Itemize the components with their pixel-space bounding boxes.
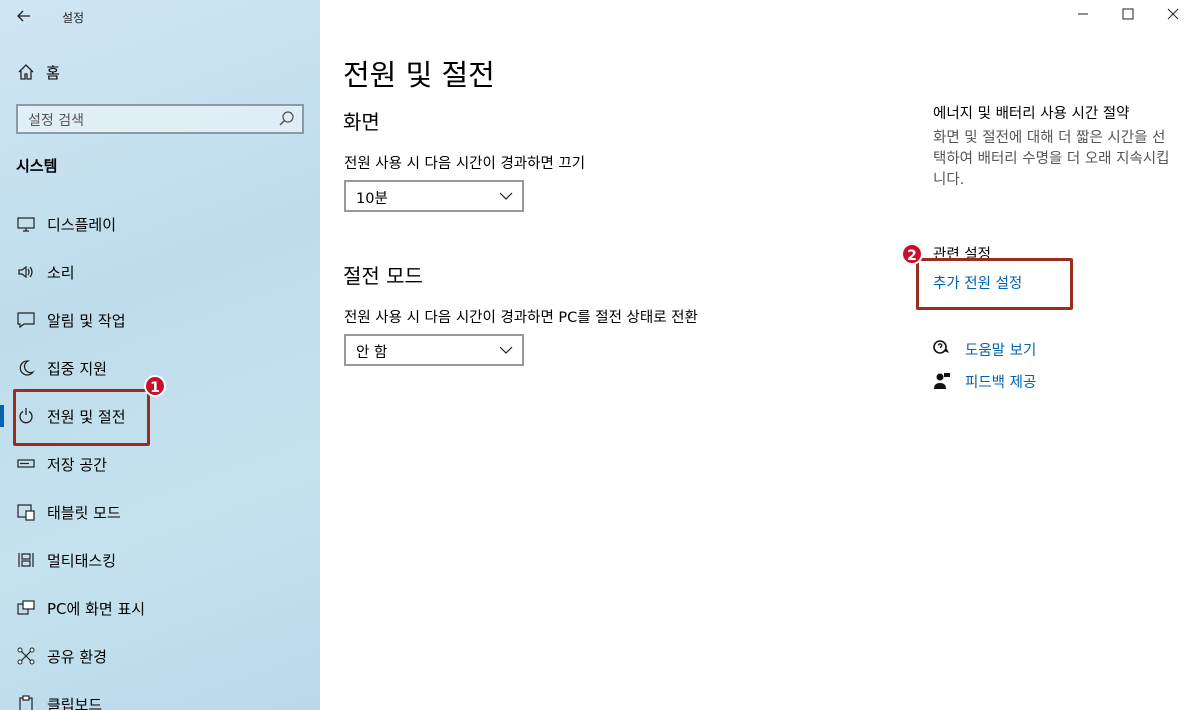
page-title: 전원 및 절전 [343,58,495,92]
tip-title: 에너지 및 배터리 사용 시간 절약 [933,106,1130,122]
sidebar-item-label: 멀티태스킹 [47,551,117,570]
help-chat-icon [933,340,949,354]
get-help-link[interactable]: 도움말 보기 [932,338,1036,360]
sidebar-item-multitasking[interactable]: 멀티태스킹 [0,540,320,580]
highlight-box-additional-power [916,258,1073,310]
sidebar-item-label: PC에 화면 표시 [47,599,146,618]
sidebar-item-label: 공유 환경 [47,647,107,666]
home-nav-item[interactable]: 홈 [16,60,60,84]
maximize-button[interactable] [1108,4,1148,28]
back-arrow-icon [17,10,30,22]
sidebar: 설정 홈 설정 검색 시스템 디스플레이 소리 알림 및 작업 집중 지원 전원… [0,0,320,710]
sidebar-item-label: 태블릿 모드 [47,503,121,522]
step-badge-1: 1 [144,375,166,397]
moon-icon [16,358,36,378]
project-icon [16,598,36,618]
tip-description: 화면 및 절전에 대해 더 짧은 시간을 선택하여 배터리 수명을 더 오래 지… [933,130,1170,188]
give-feedback-label: 피드백 제공 [965,374,1037,391]
home-label: 홈 [46,63,60,82]
sidebar-item-label: 소리 [47,263,75,282]
sidebar-item-label: 집중 지원 [47,359,107,378]
sidebar-item-label: 디스플레이 [47,215,117,234]
search-icon [279,111,294,126]
close-icon [1167,8,1179,20]
step-badge-2: 2 [901,243,923,265]
close-button[interactable] [1153,4,1193,28]
chevron-down-icon [499,192,513,200]
settings-search-input[interactable]: 설정 검색 [16,104,304,134]
title-bar: 설정 [0,0,320,34]
back-button[interactable] [10,4,38,28]
multitask-icon [16,550,36,570]
sidebar-item-project-to-pc[interactable]: PC에 화면 표시 [0,588,320,628]
chevron-down-icon [499,346,513,354]
storage-icon [16,454,36,474]
share-icon [16,646,36,666]
highlight-box-power [13,389,150,446]
screen-timeout-dropdown[interactable]: 10분 [344,180,524,212]
search-placeholder: 설정 검색 [28,113,84,129]
tablet-icon [16,502,36,522]
speaker-icon [16,262,36,282]
give-feedback-link[interactable]: 피드백 제공 [932,370,1036,392]
notification-icon [16,310,36,330]
sidebar-item-notifications[interactable]: 알림 및 작업 [0,300,320,340]
dropdown-value: 안 함 [356,345,388,361]
home-icon [18,64,34,80]
minimize-button[interactable] [1063,4,1103,28]
get-help-label: 도움말 보기 [965,342,1037,359]
sidebar-item-display[interactable]: 디스플레이 [0,204,320,244]
sidebar-item-clipboard[interactable]: 클립보드 [0,684,320,710]
sidebar-item-label: 클립보드 [47,695,103,710]
sidebar-item-storage[interactable]: 저장 공간 [0,444,320,484]
monitor-icon [16,214,36,234]
sidebar-item-label: 알림 및 작업 [47,311,126,330]
sidebar-item-shared-experiences[interactable]: 공유 환경 [0,636,320,676]
sleep-heading: 절전 모드 [343,264,423,288]
dropdown-value: 10분 [356,191,388,207]
sleep-timeout-label: 전원 사용 시 다음 시간이 경과하면 PC를 절전 상태로 전환 [344,310,698,326]
sleep-timeout-dropdown[interactable]: 안 함 [344,334,524,366]
sidebar-item-tablet-mode[interactable]: 태블릿 모드 [0,492,320,532]
screen-timeout-label: 전원 사용 시 다음 시간이 경과하면 끄기 [344,156,586,172]
section-title: 시스템 [16,157,58,175]
screen-heading: 화면 [343,110,380,134]
feedback-person-icon [934,373,950,389]
clipboard-icon [16,694,36,710]
app-title: 설정 [62,11,85,25]
sidebar-item-sound[interactable]: 소리 [0,252,320,292]
minimize-icon [1078,13,1088,15]
sidebar-item-label: 저장 공간 [47,455,107,474]
maximize-icon [1122,8,1134,20]
